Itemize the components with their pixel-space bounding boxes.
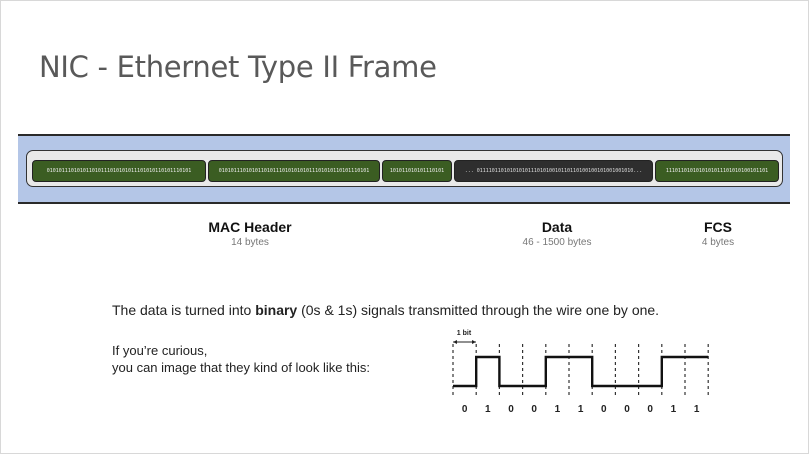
curious-line-2: you can image that they kind of look lik… <box>112 360 370 375</box>
bit-value: 1 <box>693 404 700 415</box>
label-mac-header-name: MAC Header <box>208 219 292 235</box>
binary-signal-waveform: 1 bit <box>452 330 709 396</box>
bit-value: 0 <box>461 404 468 415</box>
explanation-bold: binary <box>255 302 298 318</box>
bit-value: 0 <box>531 404 537 415</box>
one-bit-label: 1 bit <box>457 330 472 337</box>
frame-segment-data: ... 011110110101010101110101001011011010… <box>454 160 653 182</box>
explanation-after: (0s & 1s) signals transmitted through th… <box>297 302 660 318</box>
label-mac-header-size: 14 bytes <box>231 237 269 248</box>
frame-segment-destination-mac: 0101011101010110101110101010111010101101… <box>32 160 206 182</box>
signal-line <box>453 355 709 388</box>
bit-value: 1 <box>577 404 584 415</box>
bit-value: 0 <box>601 404 607 415</box>
label-data-name: Data <box>541 219 573 235</box>
label-data-size: 46 - 1500 bytes <box>522 237 592 248</box>
slide-title: NIC - Ethernet Type II Frame <box>39 50 437 84</box>
label-fcs: FCS 4 bytes <box>678 219 758 248</box>
explanation-text: The data is turned into binary (0s & 1s)… <box>112 302 659 318</box>
bit-value: 0 <box>624 404 630 415</box>
frame-segment-ethertype: 101011010101110101 <box>382 160 452 182</box>
label-data: Data 46 - 1500 bytes <box>497 219 617 248</box>
explanation-before: The data is turned into <box>112 302 256 318</box>
bit-value: 0 <box>647 404 653 415</box>
curious-line-1: If you’re curious, <box>112 343 208 358</box>
frame-segment-fcs: 1110110101010101011101010100101101 <box>655 160 779 182</box>
label-fcs-size: 4 bytes <box>701 237 735 248</box>
bit-value: 0 <box>508 404 514 415</box>
label-fcs-name: FCS <box>704 219 732 235</box>
bit-value: 1 <box>554 404 561 415</box>
bit-value: 1 <box>485 404 491 415</box>
curious-text: If you’re curious, you can image that th… <box>112 342 370 376</box>
bit-value: 1 <box>670 404 677 415</box>
frame-segment-source-mac: 0101011101010110101110101010101110101011… <box>208 160 380 182</box>
bit-boundary-lines <box>452 344 709 396</box>
label-mac-header: MAC Header 14 bytes <box>180 219 320 248</box>
